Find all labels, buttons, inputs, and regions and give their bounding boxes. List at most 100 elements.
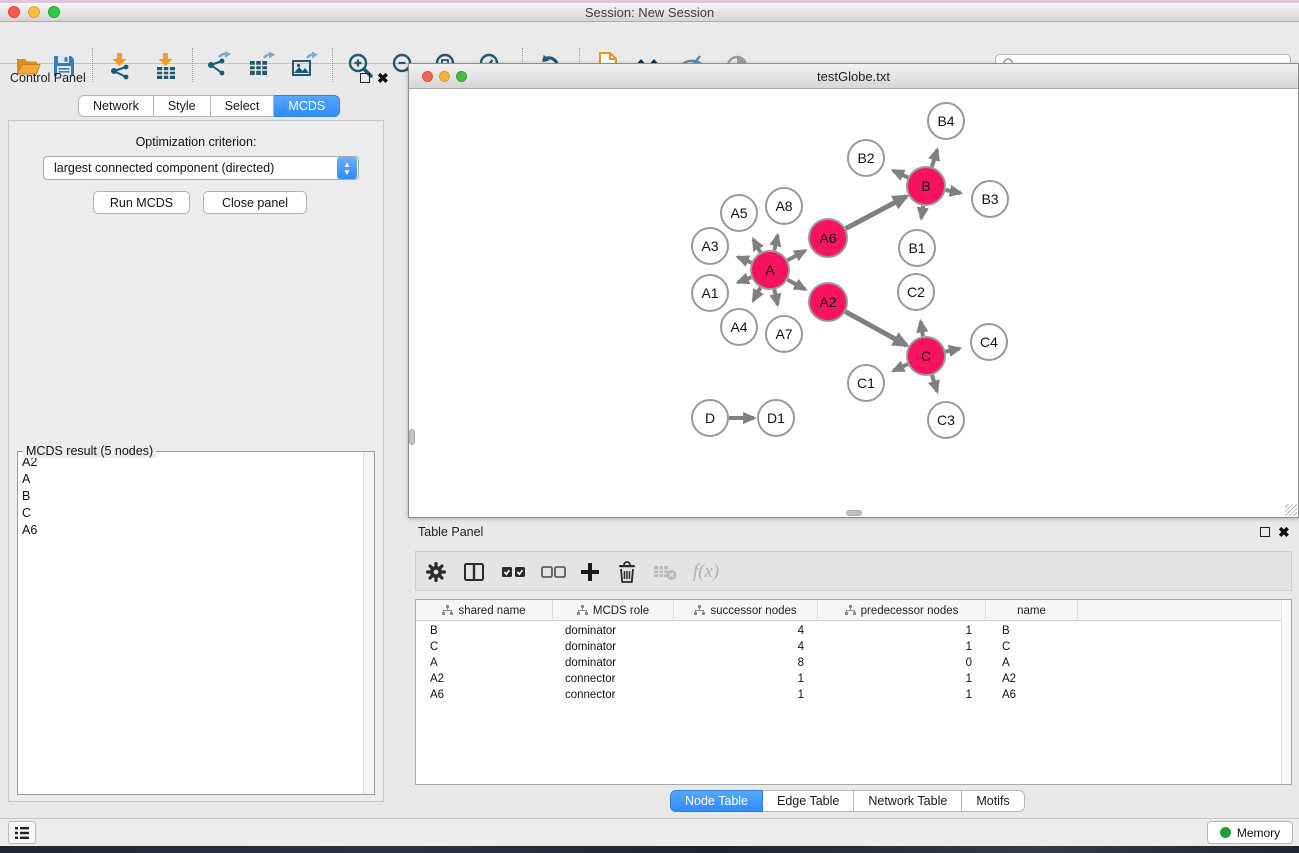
column-header-successor-nodes[interactable]: successor nodes (674, 600, 818, 621)
control-panel-close-button[interactable]: ✖ (377, 72, 389, 84)
graph-edge-B-B3[interactable] (946, 190, 961, 193)
deselect-all-checkboxes-icon[interactable] (538, 557, 570, 587)
graph-node-D1[interactable]: D1 (758, 400, 794, 436)
tab-motifs[interactable]: Motifs (962, 790, 1024, 812)
graph-edge-C-C2[interactable] (921, 322, 923, 337)
table-cell[interactable]: dominator (553, 655, 674, 671)
graph-node-A7[interactable]: A7 (766, 316, 802, 352)
graph-edge-B-B1[interactable] (921, 206, 923, 219)
table-cell[interactable]: A2 (986, 671, 1078, 687)
graph-node-C4[interactable]: C4 (971, 324, 1007, 360)
graph-node-B2[interactable]: B2 (848, 140, 884, 176)
graph-edge-A-A5[interactable] (753, 239, 760, 252)
graph-node-C1[interactable]: C1 (848, 365, 884, 401)
export-network-button[interactable] (199, 47, 237, 85)
graph-node-B3[interactable]: B3 (972, 181, 1008, 217)
table-cell[interactable]: connector (553, 687, 674, 703)
network-vertical-scrollbar[interactable] (409, 429, 415, 445)
graph-node-C3[interactable]: C3 (928, 402, 964, 438)
graph-edge-A6-B[interactable] (846, 196, 907, 228)
criterion-dropdown[interactable]: largest connected component (directed) ▲… (43, 156, 359, 180)
table-panel-close-button[interactable]: ✖ (1278, 526, 1290, 538)
graph-node-A6[interactable]: A6 (809, 219, 847, 257)
table-cell[interactable]: 4 (674, 623, 818, 639)
network-window-title-bar[interactable]: testGlobe.txt (409, 64, 1298, 89)
select-all-checkboxes-icon[interactable] (498, 557, 530, 587)
table-row-A2[interactable]: A2connector11A2 (416, 671, 1281, 687)
graph-node-D[interactable]: D (692, 400, 728, 436)
table-cell[interactable]: 8 (674, 655, 818, 671)
graph-node-A3[interactable]: A3 (692, 228, 728, 264)
graph-edge-B-B4[interactable] (932, 150, 937, 167)
minimize-window-button[interactable] (28, 6, 40, 18)
network-canvas[interactable]: AA1A2A3A4A5A6A7A8BB1B2B3B4CC1C2C3C4DD1 (409, 89, 1298, 517)
mcds-result-item[interactable]: A6 (18, 522, 363, 539)
table-cell[interactable]: B (416, 623, 553, 639)
table-cell[interactable]: 1 (818, 687, 986, 703)
graph-edge-A-A6[interactable] (788, 251, 806, 261)
mcds-result-item[interactable]: B (18, 488, 363, 505)
table-cell[interactable]: dominator (553, 623, 674, 639)
table-cell[interactable]: A6 (416, 687, 553, 703)
graph-node-C2[interactable]: C2 (898, 274, 934, 310)
tab-network[interactable]: Network (78, 95, 154, 117)
mcds-result-scrollbar[interactable] (363, 452, 374, 794)
close-panel-button[interactable]: Close panel (203, 191, 307, 214)
table-cell[interactable]: 1 (818, 671, 986, 687)
table-settings-gear-icon[interactable] (420, 557, 452, 587)
export-image-button[interactable] (285, 47, 323, 85)
column-layout-icon[interactable] (458, 557, 490, 587)
table-cell[interactable]: C (416, 639, 553, 655)
mcds-result-item[interactable]: A (18, 471, 363, 488)
column-header-shared-name[interactable]: shared name (416, 600, 553, 621)
tab-edge-table[interactable]: Edge Table (763, 790, 854, 812)
graph-edge-C-C1[interactable] (893, 364, 907, 371)
table-cell[interactable]: dominator (553, 639, 674, 655)
memory-button[interactable]: Memory (1207, 821, 1293, 844)
close-window-button[interactable] (8, 6, 20, 18)
graph-edge-A-A4[interactable] (753, 288, 760, 301)
table-cell[interactable]: 4 (674, 639, 818, 655)
column-header-name[interactable]: name (986, 600, 1078, 621)
graph-node-A[interactable]: A (751, 251, 789, 289)
add-column-icon[interactable] (574, 557, 606, 587)
table-panel-float-button[interactable] (1260, 527, 1270, 537)
delete-column-trash-icon[interactable] (611, 557, 643, 587)
graph-edge-A-A3[interactable] (738, 257, 752, 263)
column-header-predecessor-nodes[interactable]: predecessor nodes (818, 600, 986, 621)
table-cell[interactable]: C (986, 639, 1078, 655)
table-row-A6[interactable]: A6connector11A6 (416, 687, 1281, 703)
table-cell[interactable]: A (986, 655, 1078, 671)
network-minimize-button[interactable] (439, 71, 450, 82)
table-cell[interactable]: B (986, 623, 1078, 639)
graph-node-A5[interactable]: A5 (721, 195, 757, 231)
table-cell[interactable]: 1 (818, 639, 986, 655)
table-row-C[interactable]: Cdominator41C (416, 639, 1281, 655)
table-cell[interactable]: A (416, 655, 553, 671)
tab-mcds[interactable]: MCDS (274, 95, 340, 117)
network-zoom-button[interactable] (456, 71, 467, 82)
table-cell[interactable]: 1 (674, 687, 818, 703)
graph-node-B[interactable]: B (907, 167, 945, 205)
network-resize-grip[interactable] (1285, 504, 1297, 516)
graph-node-B1[interactable]: B1 (899, 230, 935, 266)
export-table-button[interactable] (242, 47, 280, 85)
graph-edge-A-A2[interactable] (788, 280, 806, 290)
mcds-result-item[interactable]: C (18, 505, 363, 522)
graph-node-B4[interactable]: B4 (928, 103, 964, 139)
table-row-B[interactable]: Bdominator41B (416, 623, 1281, 639)
import-table-button[interactable] (147, 47, 185, 85)
import-network-button[interactable] (101, 47, 139, 85)
table-cell[interactable]: 0 (818, 655, 986, 671)
tab-select[interactable]: Select (211, 95, 275, 117)
network-horizontal-scrollbar[interactable] (846, 510, 862, 516)
table-cell[interactable]: 1 (674, 671, 818, 687)
table-cell[interactable]: 1 (818, 623, 986, 639)
graph-edge-A2-C[interactable] (846, 312, 907, 346)
graph-node-C[interactable]: C (907, 337, 945, 375)
mcds-result-listbox[interactable]: A2ABCA6 (17, 451, 375, 795)
table-row-A[interactable]: Adominator80A (416, 655, 1281, 671)
table-cell[interactable]: A6 (986, 687, 1078, 703)
graph-node-A4[interactable]: A4 (721, 309, 757, 345)
table-scrollbar[interactable] (1281, 600, 1291, 784)
